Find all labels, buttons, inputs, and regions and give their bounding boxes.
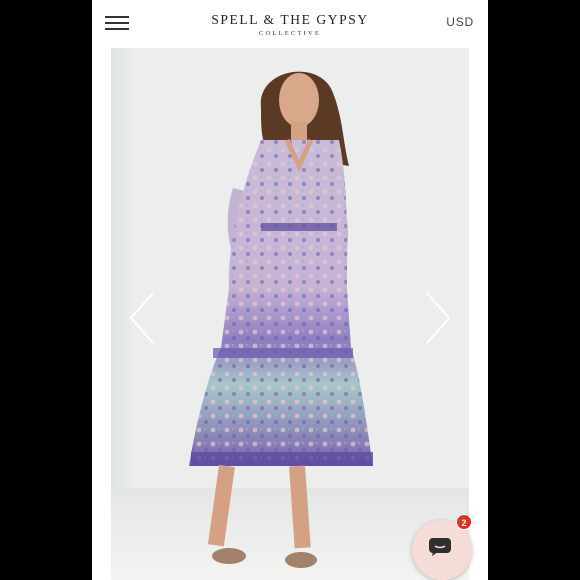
mobile-page: SPELL & THE GYPSY COLLECTIVE USD 2 [92,0,488,580]
chevron-left-icon [129,292,154,344]
next-image-arrow[interactable] [417,288,457,348]
product-photo [189,71,373,568]
brand-logo[interactable]: SPELL & THE GYPSY COLLECTIVE [92,12,488,37]
brand-name: SPELL & THE GYPSY [211,12,369,27]
chevron-right-icon [426,292,451,344]
chat-button[interactable]: 2 [412,514,472,580]
currency-selector[interactable]: USD [446,15,474,29]
brand-subtitle: COLLECTIVE [258,30,322,37]
notification-badge: 2 [456,514,472,530]
chat-bubble-icon [429,538,451,556]
product-image-gallery[interactable] [111,48,469,580]
site-header: SPELL & THE GYPSY COLLECTIVE USD [92,0,488,48]
previous-image-arrow[interactable] [123,288,163,348]
